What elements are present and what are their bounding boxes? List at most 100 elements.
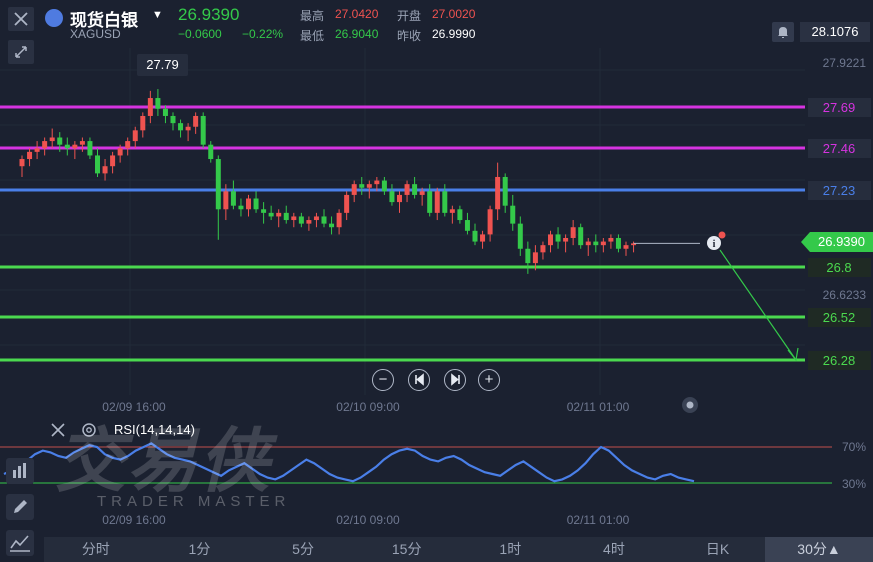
tab-timeframe[interactable]: 日K [666,537,770,562]
rsi-level-label: 70% [842,440,866,454]
candle-body [593,241,599,246]
candle-body [306,220,312,224]
alert-dot-icon [718,231,726,239]
candle-body [351,184,357,195]
y-tick-label: 27.9221 [823,56,867,70]
candle-body [412,184,418,195]
zoom-out-button[interactable]: − [372,369,394,391]
rsi-line [3,442,695,483]
level-label: 26.28 [823,353,856,368]
candle-body [495,176,501,210]
rsi-x-tick-label: 02/11 01:00 [567,513,630,527]
x-tick-label: 02/11 01:00 [567,400,630,414]
candle-body [397,194,402,203]
candle-body [223,191,229,210]
candle-body [540,245,546,253]
projection-arrow: i [633,231,799,362]
collapse-icon [15,46,27,58]
skip-end-button[interactable] [444,369,466,391]
x-tick-label: 02/09 16:00 [102,400,166,414]
time-axis: 02/09 16:00 02/10 09:00 02/11 01:00 [102,397,698,414]
candle-body [449,209,455,213]
candle-body [555,234,561,242]
candle-body [404,184,410,195]
settings-gear-icon[interactable] [80,421,98,439]
candle-body [366,184,372,188]
candle-body [57,137,63,145]
candle-body [246,198,251,210]
candle-body [480,234,486,242]
candle-body [623,245,629,249]
candle-body [532,252,538,264]
candle-body [162,108,168,116]
candle-body [27,151,33,160]
candlesticks [19,89,637,274]
candle-body [19,159,25,167]
candle-body [321,216,327,224]
candle-body [283,212,289,221]
candle-body [457,209,463,221]
candle-body [132,130,138,142]
candle-body [313,216,319,221]
candle-body [329,223,335,228]
tab-timeframe[interactable]: 分时 [44,537,148,562]
info-icon-glyph: i [713,239,716,250]
candle-body [291,216,297,221]
draw-tool-button[interactable] [6,494,34,520]
candle-body [585,241,591,246]
timeframe-tabs: 分时 1分 5分 15分 1时 4时 日K 30分▲ [44,537,873,562]
candle-body [502,176,508,206]
candle-body [185,126,191,131]
candle-body [563,237,569,242]
candle-body [442,191,448,213]
skip-back-icon [414,373,424,386]
rsi-chart: 70% 30% 02/09 16:00 02/10 09:00 02/11 01:00 [0,440,866,527]
skip-start-button[interactable] [408,369,430,391]
candle-body [381,180,387,192]
candle-body [95,155,100,174]
collapse-button[interactable] [8,40,34,64]
candle-body [147,98,153,116]
indicator-tool-button[interactable] [6,458,34,484]
candle-body [570,227,576,238]
rsi-x-tick-label: 02/10 09:00 [336,513,400,527]
tab-timeframe[interactable]: 5分 [251,537,355,562]
close-indicator-icon[interactable] [50,422,66,438]
candle-body [276,212,282,217]
x-tick-label: 02/10 09:00 [336,400,400,414]
level-label: 27.23 [823,183,856,198]
candle-body [578,227,584,246]
y-tick-label: 26.6233 [823,288,867,302]
tab-timeframe[interactable]: 15分 [355,537,459,562]
tab-timeframe[interactable]: 4时 [562,537,666,562]
candle-body [487,209,493,235]
price-chart[interactable]: 27.69 27.46 27.23 26.8 26.52 26.28 i 27.9221 2… [0,0,873,537]
current-price-pointer [801,232,810,252]
tab-timeframe[interactable]: 1时 [459,537,563,562]
candle-body [87,141,93,156]
candle-body [525,248,531,264]
trend-line-icon [10,535,30,552]
candle-body [215,159,221,210]
candle-body [230,191,236,206]
candle-body [261,209,267,213]
candle-body [600,241,606,246]
tab-timeframe[interactable]: 30分▲ [765,537,873,562]
candle-body [42,141,48,149]
candle-body [208,144,214,160]
candle-body [125,141,131,149]
candle-body [359,184,365,188]
candle-body [336,212,342,228]
current-price-tag: 26.9390 [810,232,873,252]
candle-body [344,194,350,213]
candle-body [178,123,184,131]
trend-tool-button[interactable] [6,530,34,556]
tab-timeframe[interactable]: 1分 [148,537,252,562]
candle-body [419,191,425,195]
candle-body [427,191,433,213]
candle-body [110,155,116,167]
rsi-x-tick-label: 02/09 16:00 [102,513,166,527]
candle-body [117,148,123,156]
zoom-in-button[interactable]: + [478,369,500,391]
rsi-indicator-label: RSI(14,14,14) [114,422,195,437]
